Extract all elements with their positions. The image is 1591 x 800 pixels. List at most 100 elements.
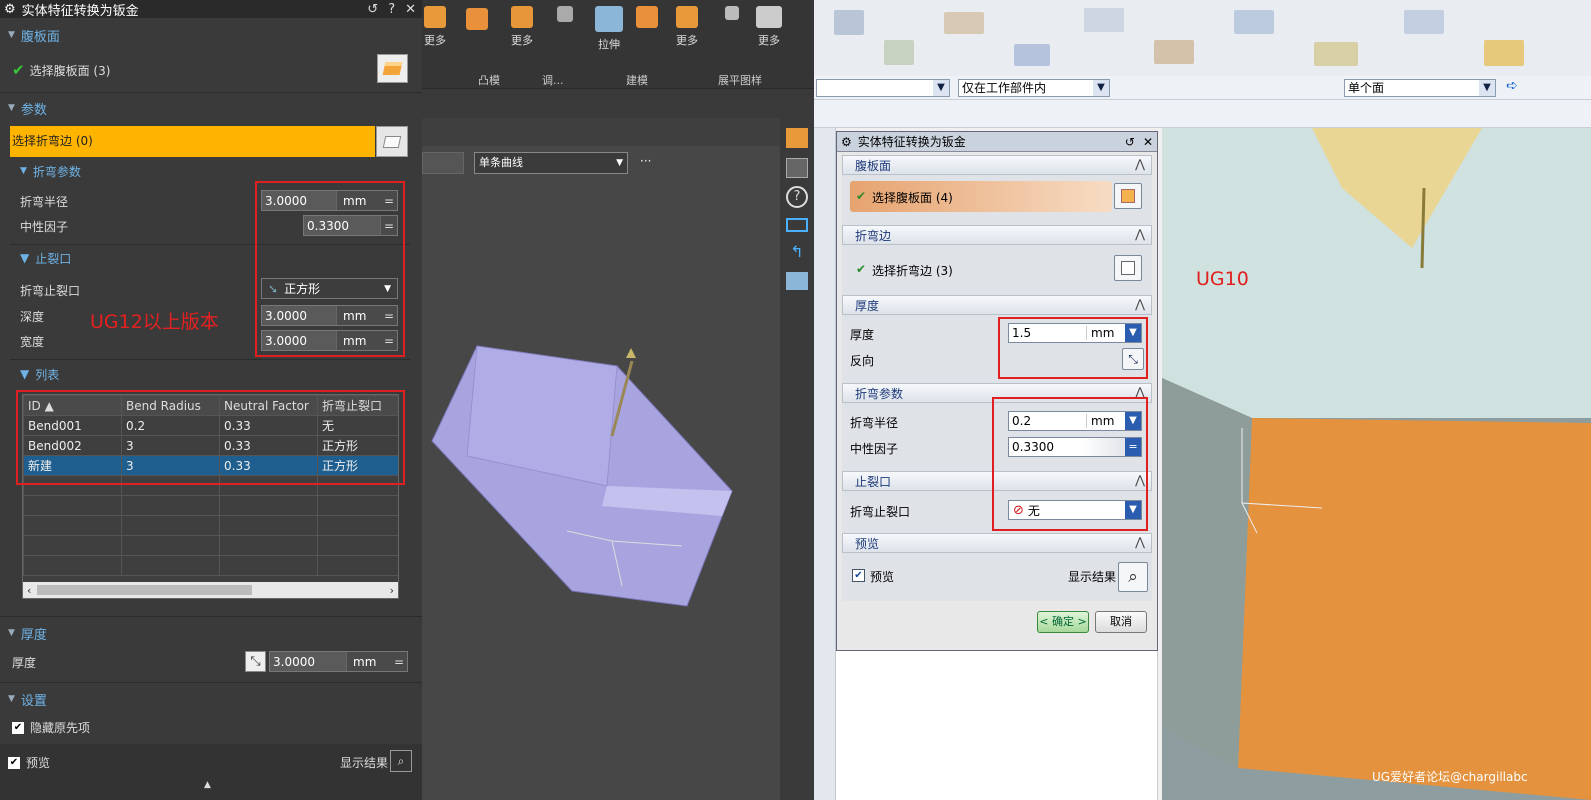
part-navigator-icon[interactable] bbox=[786, 128, 808, 148]
expand-icon[interactable]: ▲ bbox=[204, 780, 211, 790]
ribbon-more-4[interactable]: 更多 bbox=[752, 6, 786, 48]
section-body: ✔ 选择腹板面 (4) bbox=[842, 175, 1152, 225]
gear-icon: ⚙ bbox=[4, 1, 16, 17]
dialog-title: 实体特征转换为钣金 bbox=[857, 135, 966, 149]
display-icon[interactable] bbox=[786, 218, 808, 232]
select-bend-edge-row[interactable]: 选择折弯边 (0) bbox=[10, 126, 375, 157]
subsection-relief[interactable]: ▼ 止裂口 bbox=[0, 248, 71, 268]
ok-button[interactable]: < 确定 > bbox=[1037, 611, 1089, 633]
highlight-box bbox=[16, 390, 405, 485]
face-select-icon[interactable] bbox=[377, 54, 408, 83]
show-result-label: 显示结果 bbox=[1068, 570, 1117, 584]
reset-button[interactable]: ↺ bbox=[367, 2, 378, 17]
checkbox-label: 预览 bbox=[26, 756, 51, 770]
section-params[interactable]: ▼ 参数 bbox=[0, 97, 47, 119]
close-button[interactable]: ✕ bbox=[405, 2, 416, 17]
resource-bar: ? ↰ bbox=[780, 118, 814, 800]
reverse-direction-icon[interactable]: ⤡ bbox=[245, 651, 266, 672]
assembly-icon[interactable] bbox=[786, 158, 808, 178]
selection-bar: ▼ 仅在工作部件内 ▼ 单个面 ▼ ➪ bbox=[814, 76, 1591, 100]
section-title: 厚度 bbox=[855, 298, 880, 313]
section-thickness[interactable]: 厚度 ⋀ bbox=[842, 295, 1152, 315]
blurred-toolbar bbox=[814, 0, 1591, 76]
checkbox-label: 预览 bbox=[870, 570, 895, 584]
history-icon[interactable]: ↰ bbox=[786, 242, 808, 262]
cad-viewport-ug12: 更多 更多 拉伸 更多 更多 凸模 调... 建模 展平图样 单条曲线 ▼ ···… bbox=[422, 0, 814, 800]
scroll-left-icon[interactable]: ‹ bbox=[27, 584, 31, 597]
face-select-icon[interactable] bbox=[1114, 183, 1142, 209]
type-filter-combo[interactable]: ▼ bbox=[816, 79, 950, 97]
ribbon-unfold-button[interactable] bbox=[722, 6, 742, 24]
section-title: 预览 bbox=[855, 536, 880, 551]
pattern-icon bbox=[636, 6, 658, 28]
subsection-bend-params[interactable]: ▼ 折弯参数 bbox=[0, 161, 81, 181]
section-settings[interactable]: ▼ 设置 bbox=[0, 688, 47, 710]
ribbon-more-3[interactable]: 更多 bbox=[672, 6, 702, 48]
section-web-face[interactable]: 腹板面 ⋀ bbox=[842, 155, 1152, 175]
magnifier-icon[interactable]: ⌕ bbox=[390, 750, 412, 772]
dialog-title: 实体特征转换为钣金 bbox=[21, 3, 139, 19]
bend-radius-label: 折弯半径 bbox=[850, 416, 899, 430]
ribbon-pattern-button[interactable] bbox=[634, 6, 660, 32]
button-label: 更多 bbox=[676, 34, 698, 47]
thickness-label: 厚度 bbox=[850, 328, 875, 342]
close-icon[interactable]: ✕ bbox=[1143, 135, 1153, 149]
check-icon: ✔ bbox=[12, 61, 25, 79]
ribbon-more-2[interactable]: 更多 bbox=[504, 6, 540, 48]
scroll-thumb[interactable] bbox=[37, 585, 252, 595]
neutral-factor-label: 中性因子 bbox=[20, 220, 69, 234]
extrude-icon bbox=[595, 6, 623, 32]
roles-icon[interactable] bbox=[786, 272, 808, 290]
ribbon-extrude-button[interactable]: 拉伸 bbox=[592, 6, 626, 52]
section-web-face[interactable]: ▼ 腹板面 bbox=[0, 24, 422, 46]
adjust-icon bbox=[557, 6, 573, 22]
ribbon-adjust-button[interactable] bbox=[552, 6, 578, 26]
section-preview[interactable]: 预览 ⋀ bbox=[842, 533, 1152, 553]
check-icon: ✔ bbox=[856, 262, 867, 276]
flange-icon bbox=[511, 6, 533, 28]
magnifier-icon[interactable]: ⌕ bbox=[1118, 562, 1148, 592]
collapse-icon[interactable]: ⋀ bbox=[1135, 227, 1145, 241]
subsection-list[interactable]: ▼ 列表 bbox=[0, 364, 59, 384]
select-web-face-row[interactable]: ✔ 选择腹板面 (3) bbox=[12, 61, 110, 79]
scope-combo[interactable]: 仅在工作部件内 ▼ bbox=[958, 79, 1110, 97]
ribbon-emboss-button[interactable] bbox=[464, 8, 490, 34]
ribbon-more-1[interactable]: 更多 bbox=[424, 6, 446, 48]
collapse-icon[interactable]: ⋀ bbox=[1135, 297, 1145, 311]
dialog-titlebar: ⚙ 实体特征转换为钣金 ↺ ? ✕ bbox=[0, 0, 422, 19]
reset-icon[interactable]: ↺ bbox=[1125, 135, 1135, 149]
checkbox-checked-icon[interactable]: ✔ bbox=[8, 756, 20, 769]
unit-label: mm bbox=[353, 654, 377, 669]
help-button[interactable]: ? bbox=[388, 2, 395, 17]
ribbon-toolbar: 更多 更多 拉伸 更多 更多 凸模 调... 建模 展平图样 bbox=[422, 0, 814, 88]
collapse-icon[interactable]: ⋀ bbox=[1135, 157, 1145, 171]
help-icon[interactable]: ? bbox=[786, 186, 808, 208]
box-model-view[interactable] bbox=[1162, 128, 1591, 800]
navigator-panel bbox=[836, 651, 1158, 800]
cad-viewport-ug10[interactable]: UG10 UG爱好者论坛@chargillabc bbox=[1162, 128, 1591, 800]
preview-checkbox[interactable]: ✔ 预览 bbox=[8, 754, 50, 771]
hide-original-checkbox[interactable]: ✔ 隐藏原先项 bbox=[12, 719, 90, 736]
highlight-box bbox=[998, 317, 1148, 379]
ribbon-group-label: 展平图样 bbox=[718, 74, 762, 87]
scroll-right-icon[interactable]: › bbox=[390, 584, 394, 597]
thickness-value[interactable]: 3.0000 bbox=[270, 652, 347, 671]
edge-select-icon[interactable] bbox=[376, 126, 408, 157]
edge-select-icon[interactable] bbox=[1114, 255, 1142, 281]
preview-checkbox[interactable]: ✔ bbox=[852, 569, 865, 582]
arrow-right-icon[interactable]: ➪ bbox=[1506, 78, 1518, 94]
chevron-down-icon: ▼ bbox=[1479, 80, 1495, 96]
checkbox-checked-icon[interactable]: ✔ bbox=[12, 721, 24, 734]
face-rule-combo[interactable]: 单个面 ▼ bbox=[1344, 79, 1496, 97]
width-label: 宽度 bbox=[20, 335, 45, 349]
subsection-title: 止裂口 bbox=[35, 251, 72, 266]
sheetmetal-model-view[interactable] bbox=[422, 146, 780, 800]
section-thickness[interactable]: ▼ 厚度 bbox=[0, 622, 47, 644]
thickness-label: 厚度 bbox=[12, 656, 37, 670]
cancel-button[interactable]: 取消 bbox=[1095, 611, 1147, 633]
horizontal-scrollbar[interactable]: ‹ › bbox=[23, 582, 398, 598]
equals-icon[interactable]: = bbox=[391, 655, 407, 669]
collapse-icon[interactable]: ⋀ bbox=[1135, 535, 1145, 549]
section-bend-edge[interactable]: 折弯边 ⋀ bbox=[842, 225, 1152, 245]
thickness-field[interactable]: 3.0000 mm = bbox=[269, 651, 408, 672]
